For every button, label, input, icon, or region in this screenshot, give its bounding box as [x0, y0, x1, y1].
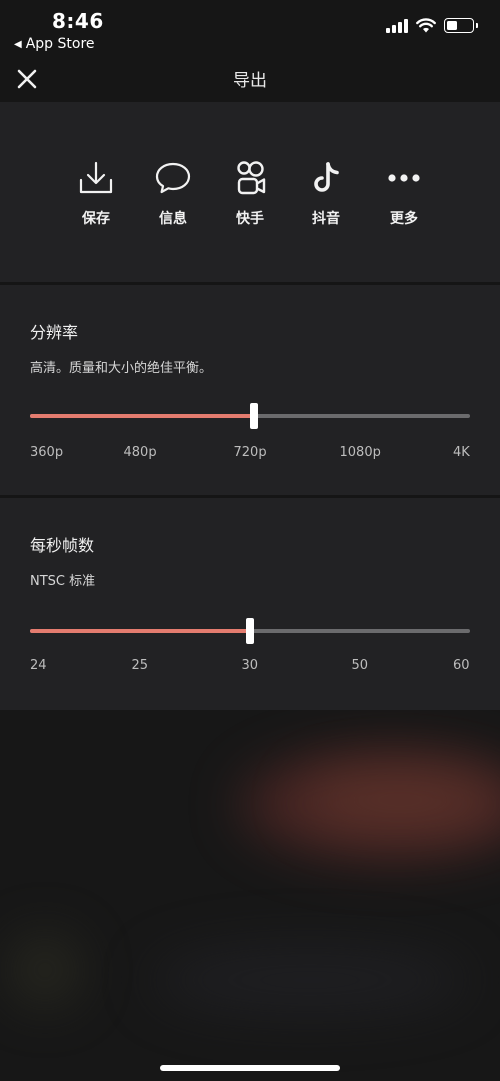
framerate-option-30[interactable]: 30	[242, 658, 259, 673]
framerate-section: 每秒帧数 NTSC 标准 24 25 30 50 60	[0, 498, 500, 710]
nav-bar: 导出	[0, 56, 500, 102]
resolution-description: 高清。质量和大小的绝佳平衡。	[30, 361, 213, 376]
status-time: 8:46	[52, 9, 104, 33]
tiktok-icon	[314, 162, 339, 192]
cellular-signal-icon	[386, 18, 408, 33]
framerate-slider[interactable]	[30, 616, 470, 646]
home-indicator	[160, 1065, 340, 1071]
back-arrow-icon: ◀	[14, 38, 22, 50]
share-douyin-label: 抖音	[312, 211, 340, 227]
framerate-option-24[interactable]: 24	[30, 658, 47, 673]
resolution-slider-thumb[interactable]	[250, 403, 259, 429]
share-panel: 保存 信息 快手 抖音 更多	[0, 102, 500, 282]
share-kuaishou-button[interactable]: 快手	[215, 158, 285, 228]
resolution-option-4k[interactable]: 4K	[453, 445, 470, 460]
share-more-label: 更多	[390, 211, 418, 227]
framerate-description: NTSC 标准	[30, 574, 96, 589]
status-bar: 8:46 ◀ App Store	[0, 0, 500, 56]
back-to-app-store[interactable]: ◀ App Store	[14, 36, 95, 52]
share-douyin-button[interactable]: 抖音	[291, 158, 361, 228]
resolution-slider-fill	[30, 414, 255, 418]
resolution-option-720p[interactable]: 720p	[234, 445, 267, 460]
page-title: 导出	[233, 71, 267, 91]
resolution-options: 360p 480p 720p 1080p 4K	[30, 445, 470, 465]
framerate-option-50[interactable]: 50	[352, 658, 369, 673]
share-kuaishou-label: 快手	[236, 211, 264, 227]
share-more-button[interactable]: 更多	[369, 158, 439, 228]
resolution-option-1080p[interactable]: 1080p	[340, 445, 381, 460]
download-icon	[79, 161, 113, 194]
resolution-option-480p[interactable]: 480p	[124, 445, 157, 460]
share-save-label: 保存	[82, 211, 110, 227]
share-message-button[interactable]: 信息	[138, 158, 208, 228]
more-dots-icon	[388, 174, 420, 182]
kuaishou-icon	[237, 161, 266, 195]
battery-icon	[444, 18, 478, 33]
blurred-video-preview	[0, 710, 500, 1081]
message-bubble-icon	[155, 162, 191, 194]
framerate-option-25[interactable]: 25	[132, 658, 149, 673]
back-app-label: App Store	[25, 36, 95, 52]
resolution-section: 分辨率 高清。质量和大小的绝佳平衡。 360p 480p 720p 1080p …	[0, 285, 500, 495]
resolution-slider[interactable]	[30, 401, 470, 431]
resolution-option-360p[interactable]: 360p	[30, 445, 63, 460]
share-message-label: 信息	[159, 211, 187, 227]
status-icons	[386, 18, 478, 33]
framerate-option-60[interactable]: 60	[453, 658, 470, 673]
wifi-icon	[416, 18, 436, 33]
share-save-button[interactable]: 保存	[61, 158, 131, 228]
framerate-options: 24 25 30 50 60	[30, 658, 470, 678]
framerate-slider-fill	[30, 629, 250, 633]
framerate-title: 每秒帧数	[30, 536, 95, 555]
framerate-slider-thumb[interactable]	[246, 618, 254, 644]
resolution-title: 分辨率	[30, 323, 79, 342]
